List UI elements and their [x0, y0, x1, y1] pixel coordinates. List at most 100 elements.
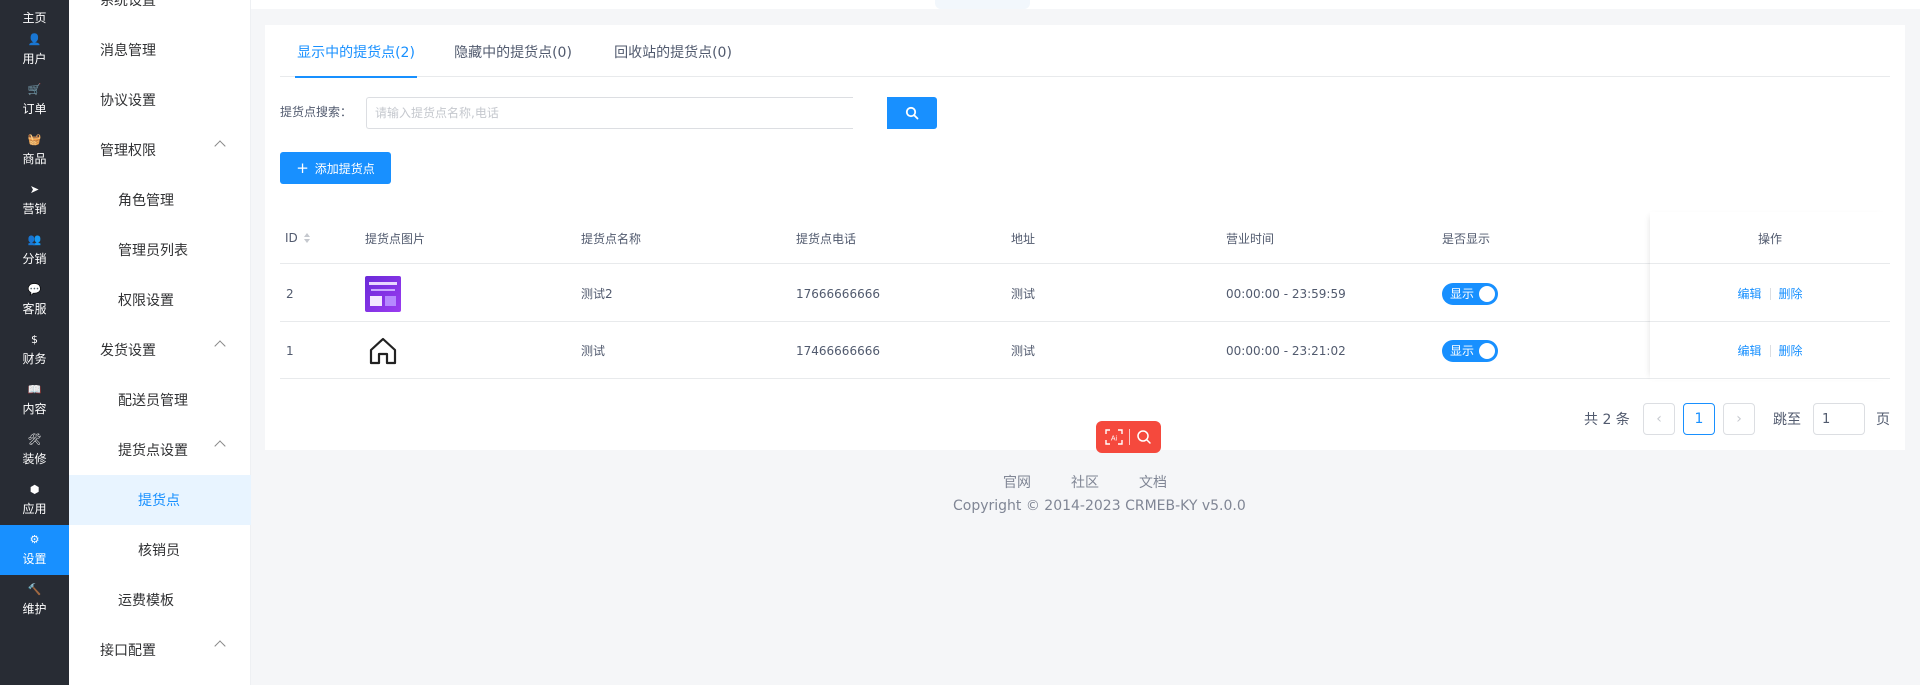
column-header-image: 提货点图片 — [365, 231, 426, 246]
svg-text:Ai: Ai — [1111, 436, 1118, 443]
dollar-icon: $ — [31, 332, 38, 346]
table-header: ID 提货点图片 提货点名称 提货点电话 地址 营业时间 是否显示 操作 — [280, 212, 1890, 264]
column-header-id[interactable]: ID — [285, 212, 310, 264]
visibility-toggle[interactable]: 显示 — [1442, 282, 1498, 305]
rail-item-maintenance[interactable]: 🔨 维护 — [0, 575, 69, 625]
column-header-name: 提货点名称 — [581, 231, 642, 246]
menu-item-shipping[interactable]: 发货设置 — [69, 325, 251, 375]
settings-submenu: 系统设置 消息管理 协议设置 管理权限 角色管理 管理员列表 权限设置 发货设置… — [69, 0, 251, 685]
cell-image — [365, 265, 401, 322]
cell-name: 测试 — [581, 344, 606, 358]
rail-item-order[interactable]: 🛒 订单 — [0, 75, 69, 125]
column-header-phone: 提货点电话 — [796, 231, 857, 246]
sort-icon[interactable] — [303, 233, 310, 243]
menu-item-label: 发货设置 — [100, 343, 156, 359]
rail-item-label: 营销 — [22, 201, 47, 216]
tab-hidden[interactable]: 隐藏中的提货点(0) — [454, 41, 572, 77]
rail-item-decoration[interactable]: 🛠 装修 — [0, 425, 69, 475]
rail-item-label: 装修 — [22, 451, 47, 466]
menu-item-label: 管理员列表 — [118, 243, 188, 259]
page-number-button[interactable]: 1 — [1683, 403, 1715, 435]
menu-item-label: 协议设置 — [100, 93, 156, 109]
chevron-right-icon: › — [1736, 411, 1742, 427]
chevron-up-icon — [214, 440, 226, 452]
prev-page-button[interactable]: ‹ — [1643, 403, 1675, 435]
jump-label: 跳至 — [1773, 412, 1801, 428]
rail-item-label: 客服 — [22, 301, 47, 316]
rail-item-label: 设置 — [22, 551, 47, 566]
rail-item-product[interactable]: 🧺 商品 — [0, 125, 69, 175]
menu-item-label: 接口配置 — [100, 643, 156, 659]
menu-item-message[interactable]: 消息管理 — [69, 25, 251, 75]
menu-item-verifiers[interactable]: 核销员 — [69, 525, 251, 575]
search-icon — [905, 106, 919, 120]
tools-icon: 🛠 — [27, 432, 42, 446]
user-icon: 👤 — [27, 32, 42, 46]
chevron-up-icon — [214, 340, 226, 352]
menu-item-label: 提货点设置 — [118, 443, 188, 459]
column-label: ID — [285, 231, 298, 245]
menu-item-system-settings[interactable]: 系统设置 — [69, 0, 251, 25]
rail-item-user[interactable]: 👤 用户 — [0, 25, 69, 75]
menu-item-api-config[interactable]: 接口配置 — [69, 625, 251, 675]
menu-item-roles[interactable]: 角色管理 — [69, 175, 251, 225]
cell-address: 测试 — [1011, 287, 1036, 301]
footer-link-website[interactable]: 官网 — [1003, 472, 1031, 492]
gear-icon: ⚙ — [29, 532, 40, 546]
menu-item-label: 权限设置 — [118, 293, 174, 309]
menu-item-pickup-settings[interactable]: 提货点设置 — [69, 425, 251, 475]
rail-item-label: 应用 — [22, 501, 47, 516]
menu-item-couriers[interactable]: 配送员管理 — [69, 375, 251, 425]
next-page-button[interactable]: › — [1723, 403, 1755, 435]
cell-id: 2 — [286, 286, 294, 301]
menu-item-admins[interactable]: 管理员列表 — [69, 225, 251, 275]
divider — [1129, 429, 1130, 445]
tab-recycle-bin[interactable]: 回收站的提货点(0) — [614, 41, 732, 77]
menu-item-permission-settings[interactable]: 权限设置 — [69, 275, 251, 325]
menu-item-pickup-points[interactable]: 提货点 — [69, 475, 251, 525]
toggle-label: 显示 — [1450, 286, 1475, 301]
cell-phone: 17666666666 — [796, 286, 880, 301]
menu-item-agreement[interactable]: 协议设置 — [69, 75, 251, 125]
rail-item-content[interactable]: 📖 内容 — [0, 375, 69, 425]
active-tag-indicator — [935, 0, 1030, 9]
rail-item-settings[interactable]: ⚙ 设置 — [0, 525, 69, 575]
footer-link-community[interactable]: 社区 — [1071, 472, 1099, 492]
search-input[interactable] — [366, 97, 853, 129]
cell-hours: 00:00:00 - 23:21:02 — [1226, 343, 1346, 358]
jump-page-input[interactable] — [1813, 403, 1865, 435]
menu-item-label: 管理权限 — [100, 143, 156, 159]
menu-item-freight-template[interactable]: 运费模板 — [69, 575, 251, 625]
rail-item-finance[interactable]: $ 财务 — [0, 325, 69, 375]
column-header-hours: 营业时间 — [1226, 231, 1275, 246]
cell-address: 测试 — [1011, 344, 1036, 358]
pickup-points-card: 显示中的提货点(2) 隐藏中的提货点(0) 回收站的提货点(0) 提货点搜索： … — [265, 25, 1905, 450]
rail-item-marketing[interactable]: ➤ 营销 — [0, 175, 69, 225]
chevron-left-icon: ‹ — [1656, 411, 1662, 427]
cell-hours: 00:00:00 - 23:59:59 — [1226, 286, 1346, 301]
add-button-label: 添加提货点 — [314, 161, 375, 176]
menu-item-label: 系统设置 — [100, 0, 156, 9]
tab-visible[interactable]: 显示中的提货点(2) — [295, 41, 417, 78]
column-header-address: 地址 — [1011, 231, 1036, 246]
paper-plane-icon: ➤ — [29, 182, 40, 196]
floating-tool-button[interactable]: Ai — [1096, 421, 1161, 453]
rail-item-service[interactable]: 💬 客服 — [0, 275, 69, 325]
pagination-total: 共 2 条 — [1584, 412, 1630, 428]
cart-icon: 🛒 — [27, 82, 42, 96]
search-button[interactable] — [887, 97, 937, 129]
top-tag-bar — [251, 0, 1920, 9]
visibility-toggle[interactable]: 显示 — [1442, 339, 1498, 362]
rail-item-distribution[interactable]: 👥 分销 — [0, 225, 69, 275]
footer-link-docs[interactable]: 文档 — [1139, 472, 1167, 492]
menu-item-label: 运费模板 — [118, 593, 174, 609]
copyright-text: Copyright © 2014-2023 CRMEB-KY v5.0.0 — [953, 498, 1246, 514]
main-nav-rail: 主页 👤 用户 🛒 订单 🧺 商品 ➤ 营销 👥 分销 💬 客服 $ 财务 📖 … — [0, 0, 69, 685]
menu-item-label: 提货点 — [138, 493, 180, 509]
search-label: 提货点搜索： — [280, 105, 353, 119]
menu-item-label: 角色管理 — [118, 193, 174, 209]
add-pickup-point-button[interactable]: + 添加提货点 — [280, 152, 391, 184]
ai-scan-icon: Ai — [1105, 429, 1123, 445]
menu-item-permissions[interactable]: 管理权限 — [69, 125, 251, 175]
rail-item-apps[interactable]: ⬢ 应用 — [0, 475, 69, 525]
